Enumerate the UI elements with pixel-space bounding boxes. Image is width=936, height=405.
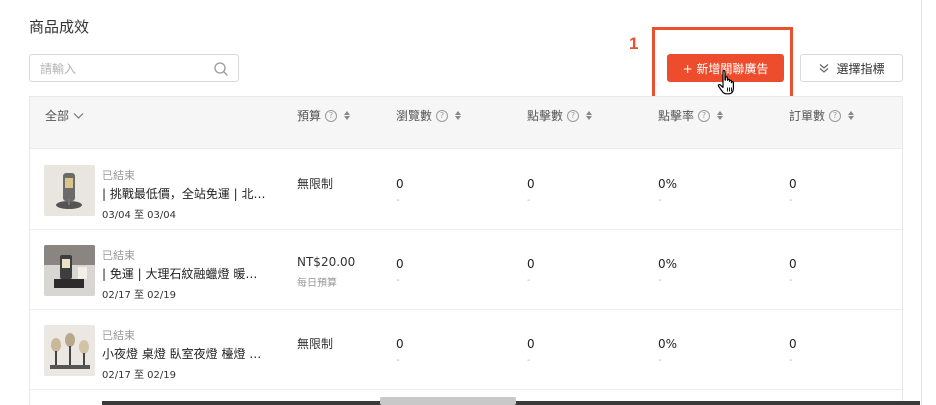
help-icon[interactable]: ? <box>829 109 842 122</box>
horizontal-scrollbar-thumb[interactable] <box>380 397 516 405</box>
budget-value: 無限制 <box>297 337 334 351</box>
page: 商品成效 1 + 新增關聯廣告 選擇指標 全部 預算 ? <box>0 0 936 405</box>
search-box[interactable] <box>29 54 239 82</box>
header-orders[interactable]: 訂單數 ? <box>789 107 855 124</box>
ctr-change: - <box>658 195 662 206</box>
select-metrics-button[interactable]: 選擇指標 <box>800 54 903 82</box>
product-thumbnail[interactable] <box>44 245 95 296</box>
header-orders-label: 訂單數 <box>789 109 826 123</box>
header-clicks[interactable]: 點擊數 ? <box>527 107 593 124</box>
orders-value: 0 <box>789 257 797 271</box>
ctr-value: 0% <box>658 337 678 351</box>
table-header: 全部 預算 ? 瀏覽數 ? 點擊數 ? 點擊率 ? 訂單數 ? <box>30 97 902 149</box>
annotation-number: 1 <box>629 34 639 53</box>
header-all-label: 全部 <box>45 109 70 123</box>
search-input[interactable] <box>40 60 210 78</box>
hand-cursor-icon <box>717 70 734 95</box>
ctr-value: 0% <box>658 257 678 271</box>
budget-value: 無限制 <box>297 177 334 191</box>
header-ctr[interactable]: 點擊率 ? <box>658 107 724 124</box>
budget-value: NT$20.00 <box>297 255 356 269</box>
orders-change: - <box>789 355 793 366</box>
help-icon[interactable]: ? <box>698 109 711 122</box>
clicks-value: 0 <box>527 337 535 351</box>
chevron-down-icon <box>73 112 84 119</box>
table-row[interactable]: 已結束 | 免運 | 大理石紋融蠟燈 暖光香氛 02/17 至 02/19 NT… <box>30 230 902 310</box>
views-value: 0 <box>396 177 404 191</box>
header-budget-label: 預算 <box>297 109 322 123</box>
orders-value: 0 <box>789 177 797 191</box>
sort-icon[interactable] <box>344 111 351 120</box>
clicks-change: - <box>527 195 531 206</box>
product-thumbnail[interactable] <box>44 165 95 216</box>
filter-all-dropdown[interactable]: 全部 <box>45 107 84 124</box>
ad-dates: 02/17 至 02/19 <box>102 290 176 301</box>
header-ctr-label: 點擊率 <box>658 109 695 123</box>
ctr-change: - <box>658 275 662 286</box>
help-icon[interactable]: ? <box>325 109 338 122</box>
sort-icon[interactable] <box>455 111 462 120</box>
sort-icon[interactable] <box>586 111 593 120</box>
sort-icon[interactable] <box>848 111 855 120</box>
ctr-change: - <box>658 355 662 366</box>
header-budget[interactable]: 預算 ? <box>297 107 351 124</box>
views-value: 0 <box>396 257 404 271</box>
ad-dates: 03/04 至 03/04 <box>102 210 176 221</box>
header-views-label: 瀏覽數 <box>396 109 433 123</box>
ad-status: 已結束 <box>102 329 135 342</box>
header-clicks-label: 點擊數 <box>527 109 564 123</box>
ad-dates: 02/17 至 02/19 <box>102 370 176 381</box>
ad-status: 已結束 <box>102 169 135 182</box>
clicks-change: - <box>527 355 531 366</box>
views-change: - <box>396 195 400 206</box>
orders-value: 0 <box>789 337 797 351</box>
ctr-value: 0% <box>658 177 678 191</box>
product-name-link[interactable]: 小夜燈 桌燈 臥室夜燈 檯燈 床頭燈 <box>102 345 267 362</box>
sort-icon[interactable] <box>717 111 724 120</box>
orders-change: - <box>789 195 793 206</box>
product-performance-table: 全部 預算 ? 瀏覽數 ? 點擊數 ? 點擊率 ? 訂單數 ? 已結束 | 挑戰… <box>29 96 903 405</box>
clicks-change: - <box>527 275 531 286</box>
help-icon[interactable]: ? <box>567 109 580 122</box>
product-name-link[interactable]: | 免運 | 大理石紋融蠟燈 暖光香氛 <box>102 265 267 282</box>
orders-change: - <box>789 275 793 286</box>
clicks-value: 0 <box>527 257 535 271</box>
help-icon[interactable]: ? <box>436 109 449 122</box>
page-title: 商品成效 <box>29 18 90 36</box>
search-icon[interactable] <box>213 61 229 77</box>
header-views[interactable]: 瀏覽數 ? <box>396 107 462 124</box>
divider <box>921 0 922 405</box>
views-change: - <box>396 355 400 366</box>
table-row[interactable]: 已結束 | 挑戰最低價，全站免運 | 北歐風 大理石 03/04 至 03/04… <box>30 150 902 230</box>
views-change: - <box>396 275 400 286</box>
table-row[interactable]: 已結束 小夜燈 桌燈 臥室夜燈 檯燈 床頭燈 02/17 至 02/19 無限制… <box>30 310 902 390</box>
budget-type: 每日預算 <box>297 278 337 289</box>
product-thumbnail[interactable] <box>44 325 95 376</box>
ad-status: 已結束 <box>102 249 135 262</box>
product-name-link[interactable]: | 挑戰最低價，全站免運 | 北歐風 大理石 <box>102 185 267 202</box>
views-value: 0 <box>396 337 404 351</box>
select-metrics-label: 選擇指標 <box>836 61 885 76</box>
clicks-value: 0 <box>527 177 535 191</box>
double-chevron-down-icon <box>820 64 829 73</box>
